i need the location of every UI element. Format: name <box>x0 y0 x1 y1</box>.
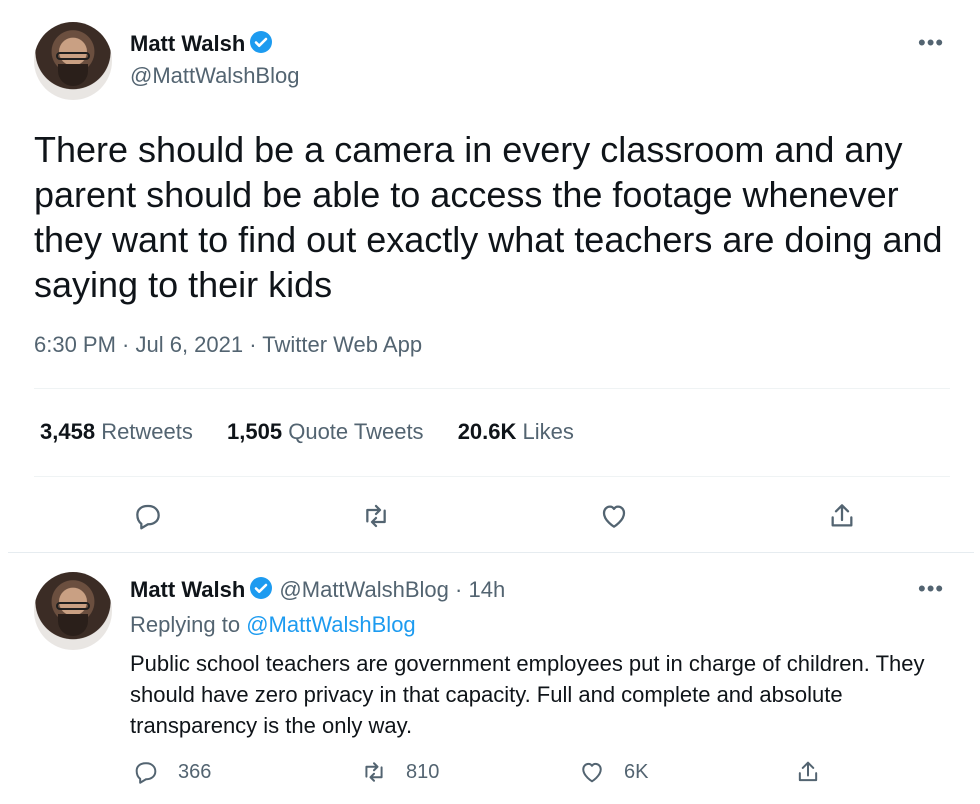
retweet-count: 810 <box>406 760 440 783</box>
reply-count: 366 <box>178 760 212 783</box>
reply-icon <box>136 504 160 530</box>
verified-badge-icon <box>249 30 273 60</box>
glasses-graphic <box>56 52 90 60</box>
author-name[interactable]: Matt Walsh <box>130 30 273 60</box>
reply-author-name[interactable]: Matt Walsh <box>130 577 245 602</box>
likes-stat[interactable]: 20.6K Likes <box>458 419 574 444</box>
quotes-label: Quote Tweets <box>288 419 424 444</box>
quote-tweets-stat[interactable]: 1,505 Quote Tweets <box>227 419 424 444</box>
tweet-thread: Matt Walsh @MattWalshBlog ••• There shou… <box>8 0 974 804</box>
replying-to: Replying to @MattWalshBlog <box>130 612 416 638</box>
beard-graphic <box>58 64 88 86</box>
replying-to-link[interactable]: @MattWalshBlog <box>246 612 415 637</box>
more-options-icon[interactable]: ••• <box>918 576 944 602</box>
reply-header: Matt Walsh @MattWalshBlog · 14h <box>130 576 505 606</box>
verified-badge-icon <box>249 576 273 606</box>
tweet-meta: 6:30 PM · Jul 6, 2021 · Twitter Web App <box>34 332 423 357</box>
reply-button[interactable] <box>132 500 164 532</box>
avatar[interactable] <box>34 22 112 100</box>
like-count: 6K <box>624 760 649 783</box>
share-icon <box>798 761 818 782</box>
like-icon <box>582 762 602 783</box>
author-handle[interactable]: @MattWalshBlog <box>130 63 299 89</box>
reply-like-button[interactable]: 6K <box>578 758 648 786</box>
retweets-label: Retweets <box>101 419 193 444</box>
retweets-stat[interactable]: 3,458 Retweets <box>40 419 193 444</box>
quotes-count: 1,505 <box>227 419 283 444</box>
divider <box>34 388 950 389</box>
tweet-stats: 3,458 Retweets 1,505 Quote Tweets 20.6K … <box>40 419 602 445</box>
divider <box>8 552 974 553</box>
likes-count: 20.6K <box>457 419 517 444</box>
retweets-count: 3,458 <box>40 419 96 444</box>
retweet-button[interactable] <box>360 500 392 532</box>
more-options-icon[interactable]: ••• <box>918 30 944 56</box>
author-name-text: Matt Walsh <box>130 31 246 56</box>
reply-time[interactable]: 14h <box>468 577 505 602</box>
like-icon <box>602 505 626 528</box>
glasses-graphic <box>56 602 90 610</box>
reply-icon <box>135 762 157 784</box>
reply-share-button[interactable] <box>794 758 822 786</box>
reply-author-handle[interactable]: @MattWalshBlog <box>279 577 448 602</box>
reply-avatar[interactable] <box>34 572 112 650</box>
divider <box>34 476 950 477</box>
beard-graphic <box>58 614 88 636</box>
reply-retweet-button[interactable]: 810 <box>360 758 439 786</box>
replying-prefix: Replying to <box>130 612 241 637</box>
reply-text: Public school teachers are government em… <box>130 651 925 738</box>
reply-reply-button[interactable]: 366 <box>132 758 211 786</box>
retweet-icon <box>366 504 386 528</box>
likes-label: Likes <box>522 419 574 444</box>
like-button[interactable] <box>598 500 630 532</box>
tweet-text: There should be a camera in every classr… <box>34 129 943 305</box>
share-button[interactable] <box>826 500 858 532</box>
retweet-icon <box>365 762 383 782</box>
reply-separator: · <box>455 577 463 602</box>
share-icon <box>831 504 853 527</box>
